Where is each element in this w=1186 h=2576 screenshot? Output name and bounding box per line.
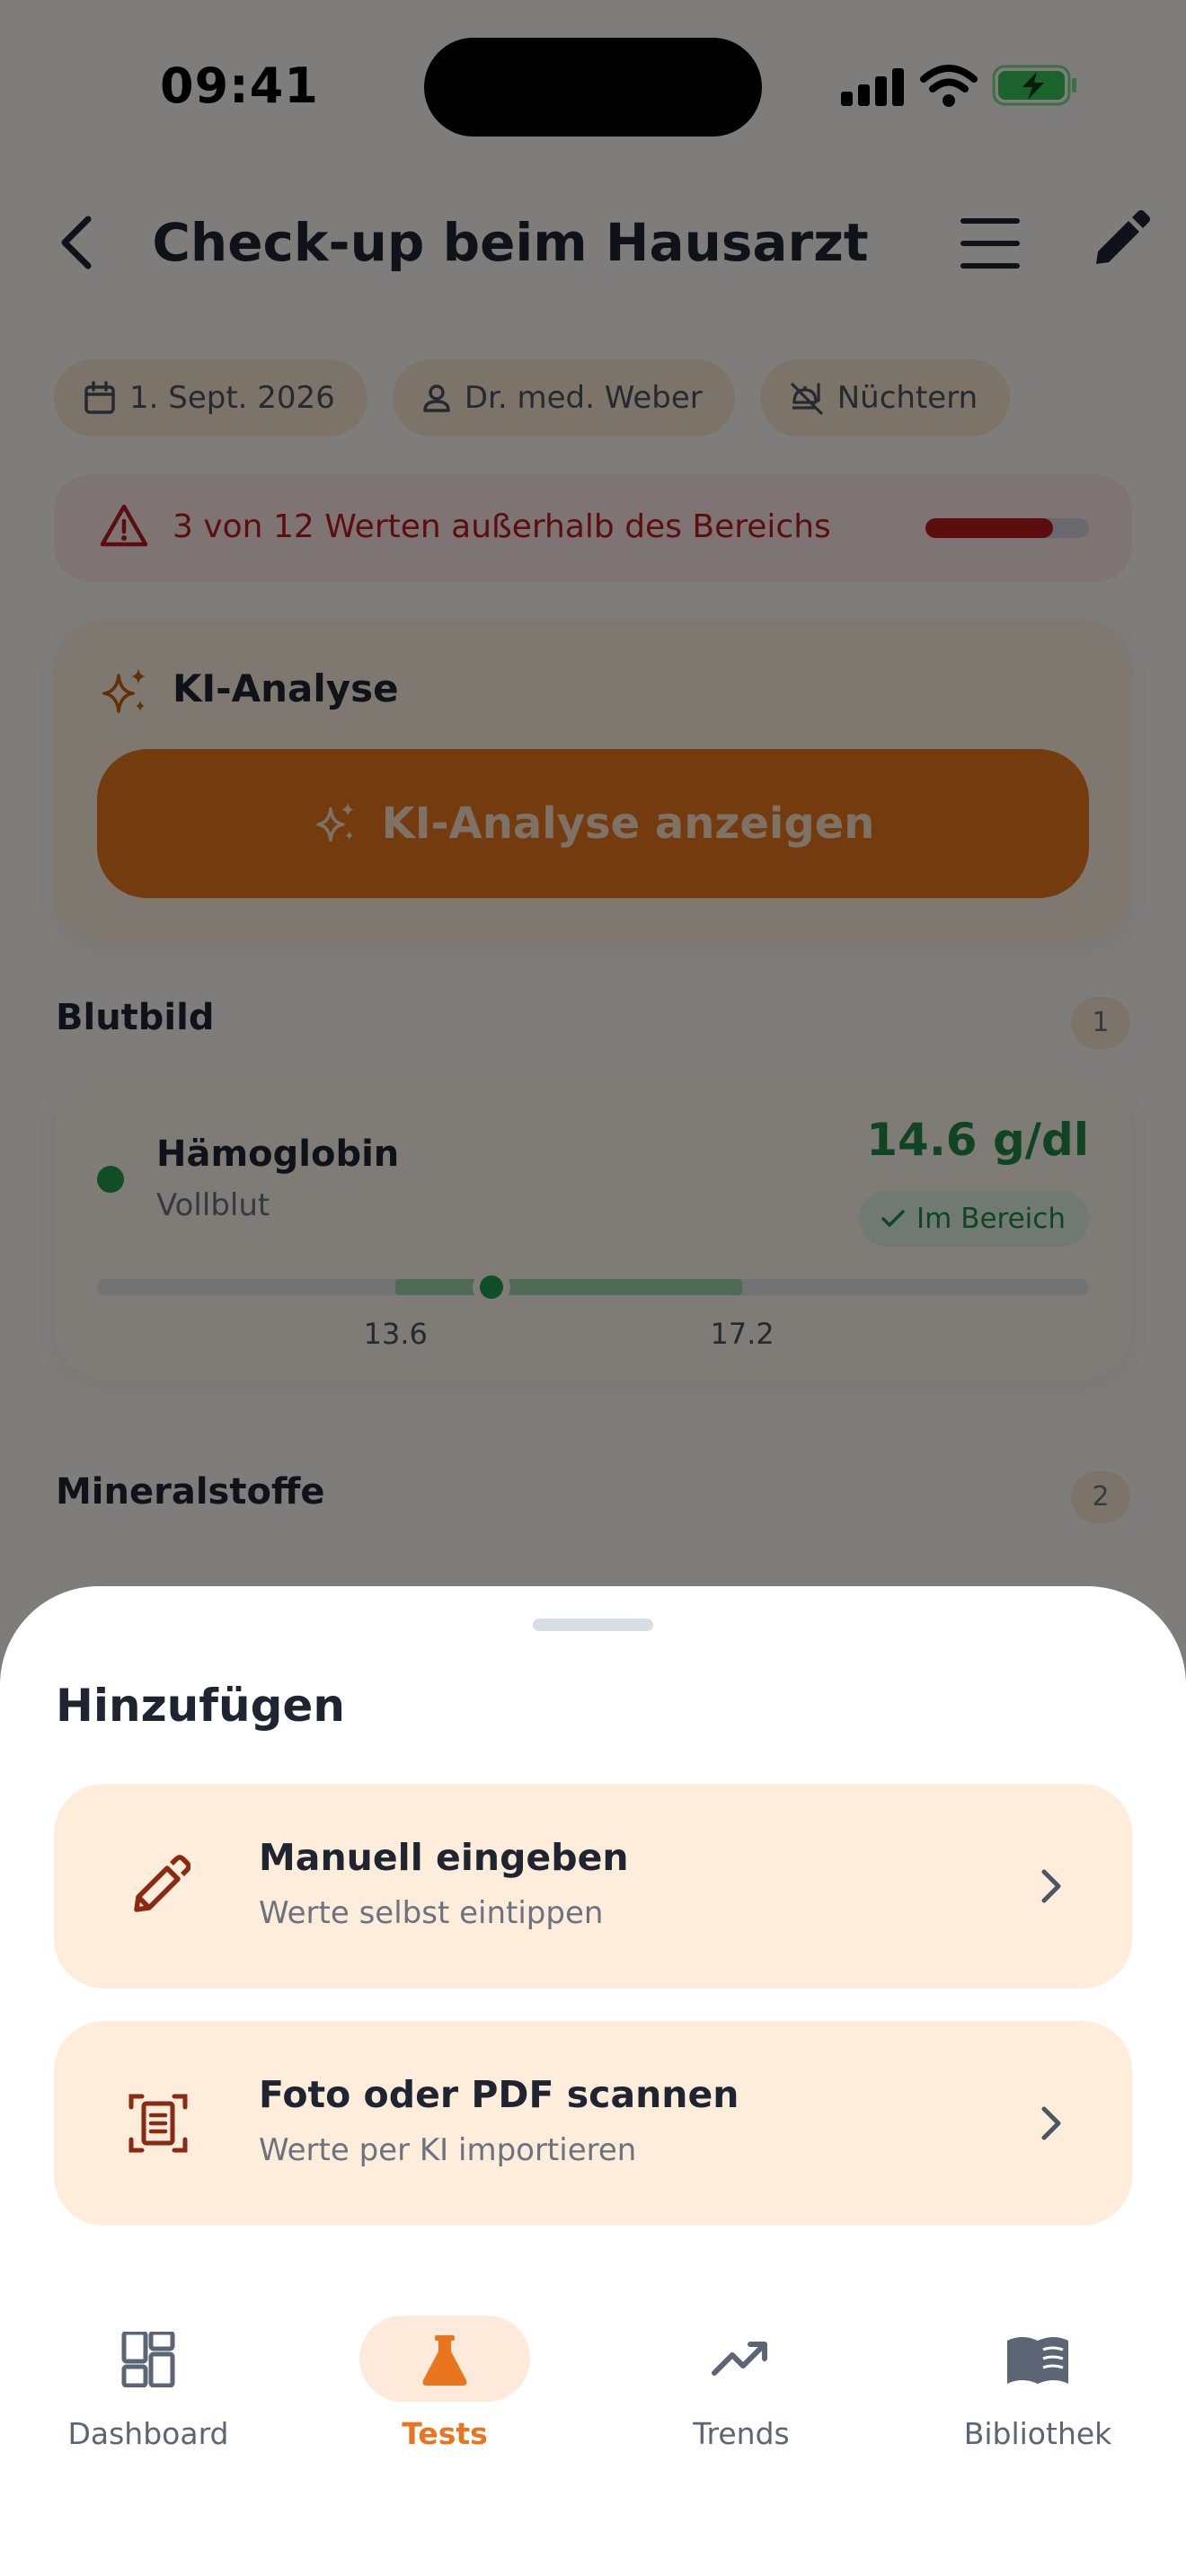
tab-label: Tests: [402, 2416, 488, 2451]
option-subtitle: Werte selbst eintippen: [259, 1895, 604, 1931]
option-subtitle: Werte per KI importieren: [259, 2132, 637, 2168]
tab-dashboard[interactable]: Dashboard: [0, 2316, 296, 2477]
trend-icon: [712, 2342, 767, 2376]
chevron-right-icon: [1041, 2106, 1061, 2140]
manual-entry-option[interactable]: Manuell eingeben Werte selbst eintippen: [54, 1784, 1132, 1989]
book-icon: [1007, 2337, 1068, 2384]
tab-label: Dashboard: [67, 2416, 229, 2451]
chevron-right-icon: [1041, 1869, 1061, 1903]
option-title: Manuell eingeben: [259, 1836, 629, 1879]
sheet-grabber[interactable]: [533, 1619, 653, 1631]
dashboard-icon: [121, 2332, 175, 2387]
tab-trends[interactable]: Trends: [593, 2316, 890, 2477]
tab-tests[interactable]: Tests: [296, 2316, 593, 2477]
option-title: Foto oder PDF scannen: [259, 2073, 739, 2116]
sheet-title: Hinzufügen: [56, 1680, 345, 1732]
flask-icon: [422, 2335, 467, 2386]
tab-bibliothek[interactable]: Bibliothek: [890, 2316, 1186, 2477]
scan-document-option[interactable]: Foto oder PDF scannen Werte per KI impor…: [54, 2021, 1132, 2226]
pencil-icon: [134, 1855, 190, 1912]
tab-label: Bibliothek: [963, 2416, 1112, 2451]
document-scan-icon: [128, 2094, 188, 2153]
tab-bar: Dashboard Tests Trends Bibliothek: [0, 2299, 1186, 2576]
tab-label: Trends: [693, 2416, 790, 2451]
